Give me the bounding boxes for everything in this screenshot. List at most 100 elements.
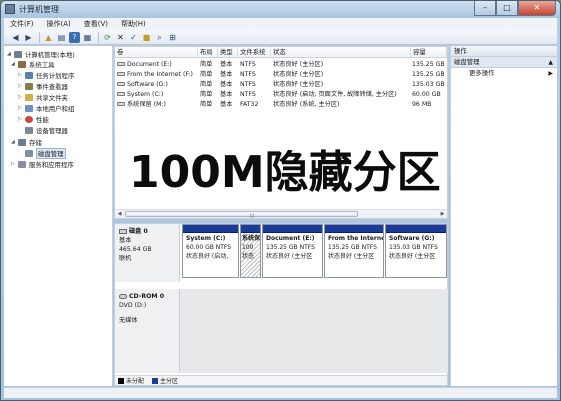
- tree-item-system-tools[interactable]: ◢ 系统工具: [11, 59, 55, 69]
- volume-name: Document (E:): [127, 61, 172, 68]
- horizontal-scrollbar[interactable]: ◀ ||| ▶: [115, 209, 447, 218]
- tree-item-local-users[interactable]: ▷ 本地用户和组: [18, 103, 74, 113]
- tree-item-storage[interactable]: ◢ 存储: [11, 137, 42, 147]
- expand-icon[interactable]: ▷: [18, 116, 25, 122]
- column-capacity[interactable]: 容量: [411, 47, 447, 58]
- partition-name: From the Interne: [328, 235, 384, 242]
- volume-name: 系统保留 (M:): [127, 101, 166, 108]
- scrollbar-thumb[interactable]: |||: [125, 211, 358, 218]
- back-icon[interactable]: ◀: [10, 32, 21, 43]
- volume-list-header: 卷 布局 类型 文件系统 状态 容量: [115, 47, 447, 58]
- tree-item-performance[interactable]: ▷ 性能: [18, 114, 49, 124]
- tree-item-event-viewer[interactable]: ▷ 事件查看器: [18, 81, 68, 91]
- legend-label: 未分配: [126, 378, 145, 385]
- volume-layout: 简单: [200, 91, 213, 98]
- zoom-icon[interactable]: ⊞: [167, 32, 178, 43]
- partition-f[interactable]: From the Interne 135.25 GB NTFS 状态良好 (主分…: [324, 224, 384, 278]
- collapse-up-icon[interactable]: ▲: [548, 57, 553, 68]
- tree-item-task-scheduler[interactable]: ▷ 任务计划程序: [18, 70, 74, 80]
- event-viewer-icon: [25, 82, 33, 90]
- volume-capacity: 135.03 GB: [412, 81, 445, 88]
- partition-status: 状态良好 (主分区: [328, 253, 375, 260]
- partition-status: 状态良好 (主分区: [389, 253, 436, 260]
- disk-size: 465.64 GB: [119, 246, 152, 253]
- volume-filesystem: FAT32: [240, 101, 259, 108]
- properties-icon[interactable]: ▦: [82, 32, 93, 43]
- refresh-icon[interactable]: ⟳: [102, 32, 113, 43]
- partition-e[interactable]: Document (E:) 135.25 GB NTFS 状态良好 (主分区: [262, 224, 323, 278]
- partition-bar: [386, 225, 446, 233]
- menu-help[interactable]: 帮助(H): [121, 19, 146, 29]
- table-row[interactable]: 系统保留 (M:) 简单 基本 FAT32 状态良好 (系统, 主分区) 96 …: [115, 100, 447, 110]
- more-actions-item[interactable]: 更多操作 ▶: [451, 68, 557, 79]
- actions-header: 操作: [451, 46, 557, 57]
- maximize-button[interactable]: □: [496, 1, 518, 16]
- search-icon[interactable]: ⌕: [154, 32, 165, 43]
- help-icon[interactable]: ?: [69, 31, 80, 43]
- partition-size: 135.25 GB NTFS: [328, 244, 377, 251]
- cdrom-0-label[interactable]: CD-ROM 0 DVD (D:) 无媒体: [115, 289, 180, 373]
- partition-size: 60.00 GB NTFS: [186, 244, 232, 251]
- disk-type: 基本: [119, 237, 132, 244]
- volume-capacity: 135.25 GB: [412, 71, 445, 78]
- table-row[interactable]: From the Internet (F:) 简单 基本 NTFS 状态良好 (…: [115, 70, 447, 80]
- column-type[interactable]: 类型: [218, 47, 238, 58]
- collapse-icon[interactable]: ◢: [7, 51, 14, 57]
- menu-bar: 文件(F) 操作(A) 查看(V) 帮助(H): [4, 18, 557, 30]
- table-row[interactable]: Document (E:) 简单 基本 NTFS 状态良好 (主分区) 135.…: [115, 60, 447, 70]
- partition-c[interactable]: System (C:) 60.00 GB NTFS 状态良好 (启动,: [182, 224, 239, 278]
- legend-label: 主分区: [160, 378, 179, 385]
- column-status[interactable]: 状态: [271, 47, 411, 58]
- volume-status: 状态良好 (主分区): [273, 61, 324, 68]
- device-manager-icon: [25, 126, 33, 134]
- overlay-caption: 100M隐藏分区: [129, 147, 441, 198]
- tree-item-shared-folders[interactable]: ▷ 共享文件夹: [18, 92, 68, 102]
- menu-file[interactable]: 文件(F): [10, 19, 34, 29]
- expand-icon[interactable]: ▷: [18, 94, 25, 100]
- table-row[interactable]: Software (G:) 简单 基本 NTFS 状态良好 (主分区) 135.…: [115, 80, 447, 90]
- tree-item-disk-management[interactable]: 磁盘管理: [18, 147, 66, 159]
- collapse-icon[interactable]: ◢: [11, 139, 18, 145]
- volume-status: 状态良好 (启动, 页面文件, 故障转储, 主分区): [273, 91, 397, 98]
- actions-section-disk-management[interactable]: 磁盘管理 ▲: [451, 57, 557, 68]
- expand-icon[interactable]: ▷: [18, 105, 25, 111]
- volume-layout: 简单: [200, 61, 213, 68]
- expand-icon[interactable]: ▷: [18, 83, 25, 89]
- title-bar[interactable]: 计算机管理 – □ ✕: [1, 1, 560, 18]
- expand-icon[interactable]: ▷: [11, 161, 18, 167]
- table-row[interactable]: System (C:) 简单 基本 NTFS 状态良好 (启动, 页面文件, 故…: [115, 90, 447, 100]
- tree-item-device-manager[interactable]: 设备管理器: [18, 125, 68, 135]
- status-bar: [4, 387, 557, 398]
- disk-map: 磁盘 0 基本 465.64 GB 联机 System (C:) 60.00 G…: [114, 223, 448, 386]
- menu-view[interactable]: 查看(V): [84, 19, 108, 29]
- scroll-right-icon[interactable]: ▶: [438, 210, 447, 218]
- partition-status: 状态良好 (主分区: [266, 253, 313, 260]
- delete-icon[interactable]: ✕: [115, 32, 126, 43]
- forward-icon[interactable]: ▶: [23, 32, 34, 43]
- tree-item-services-apps[interactable]: ▷ 服务和应用程序: [11, 159, 74, 169]
- up-folder-icon[interactable]: ▲: [43, 32, 54, 43]
- column-filesystem[interactable]: 文件系统: [238, 47, 271, 58]
- volume-name: From the Internet (F:): [127, 71, 193, 78]
- disk-0-label[interactable]: 磁盘 0 基本 465.64 GB 联机: [115, 224, 180, 282]
- collapse-icon[interactable]: ◢: [11, 61, 18, 67]
- column-layout[interactable]: 布局: [198, 47, 218, 58]
- partition-m-hidden[interactable]: 系统保留 (M:) 100 状态: [240, 224, 261, 278]
- partition-bar: [325, 225, 383, 233]
- partition-g[interactable]: Software (G:) 135.03 GB NTFS 状态良好 (主分区: [385, 224, 447, 278]
- show-hide-tree-icon[interactable]: ▤: [56, 32, 67, 43]
- folder-icon[interactable]: ■: [141, 32, 152, 43]
- volume-status: 状态良好 (系统, 主分区): [273, 101, 340, 108]
- tree-root[interactable]: ◢ 计算机管理(本地): [7, 49, 75, 59]
- disk-name: CD-ROM 0: [129, 293, 165, 300]
- expand-icon[interactable]: ▷: [18, 72, 25, 78]
- check-icon[interactable]: ✓: [128, 32, 139, 43]
- scroll-left-icon[interactable]: ◀: [115, 210, 124, 218]
- partition-bar: [183, 225, 238, 233]
- close-button[interactable]: ✕: [518, 1, 556, 16]
- volume-type: 基本: [220, 71, 233, 78]
- column-volume[interactable]: 卷: [115, 47, 198, 58]
- minimize-button[interactable]: –: [474, 1, 496, 16]
- more-actions-label: 更多操作: [469, 69, 495, 77]
- menu-action[interactable]: 操作(A): [47, 19, 71, 29]
